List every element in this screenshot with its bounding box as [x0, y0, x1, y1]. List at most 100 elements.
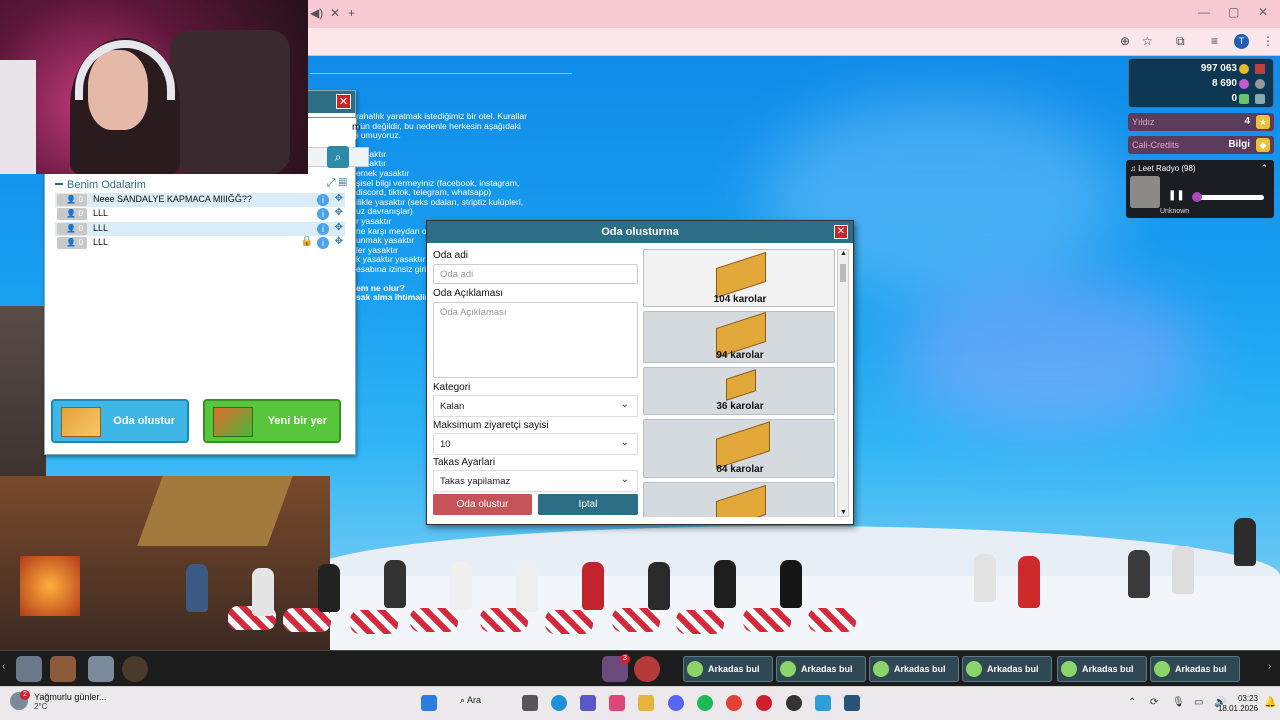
find-friend-slot[interactable]: Arkadas bul	[962, 656, 1052, 682]
messenger-icon[interactable]: 3	[602, 654, 630, 682]
chevron-right-icon[interactable]: ›	[1268, 661, 1278, 687]
friends-icon[interactable]	[634, 656, 660, 682]
search-button[interactable]: ⌕	[327, 146, 349, 168]
file-explorer-icon[interactable]	[638, 695, 654, 711]
volume-knob[interactable]	[1192, 192, 1202, 202]
find-friend-slot[interactable]: Arkadas bul	[1150, 656, 1240, 682]
dialog-close-button[interactable]: ✕	[834, 225, 848, 239]
striped-cushion[interactable]	[350, 610, 398, 634]
create-room-button[interactable]: Oda olustur	[51, 399, 189, 443]
avatar[interactable]	[1172, 546, 1194, 594]
room-layout-option[interactable]: 36 karolar	[643, 367, 835, 415]
striped-cushion[interactable]	[676, 610, 724, 634]
trade-settings-select[interactable]: Takas yapilamaz ⌄	[433, 470, 638, 492]
system-clock[interactable]: 03:23 18.01.2026	[1218, 694, 1258, 714]
copilot-icon[interactable]	[609, 695, 625, 711]
avatar[interactable]	[714, 560, 736, 608]
audio-tab-icon[interactable]: ◀)	[310, 6, 323, 20]
chevron-up-icon[interactable]: ⌃	[1260, 163, 1268, 174]
layout-scrollbar[interactable]: ▲ ▼	[837, 249, 849, 517]
avatar[interactable]	[384, 560, 406, 608]
avatar[interactable]	[780, 560, 802, 608]
currency-panel[interactable]: 997 063 8 690 0	[1128, 58, 1274, 108]
expand-icon[interactable]: ⤢	[327, 177, 336, 189]
max-visitors-select[interactable]: 10 ⌄	[433, 433, 638, 455]
room-layout-option[interactable]	[643, 482, 835, 517]
weather-widget[interactable]: 2 Yağmurlu günler... 2°C	[10, 690, 106, 711]
obs-icon[interactable]	[786, 695, 802, 711]
avatar[interactable]	[516, 564, 538, 612]
info-icon[interactable]: i	[317, 208, 329, 220]
taskbar-search[interactable]: ⌕ Ara	[460, 695, 510, 713]
spotify-icon[interactable]	[697, 695, 713, 711]
new-place-button[interactable]: Yeni bir yer	[203, 399, 341, 443]
network-icon[interactable]: ▭	[1194, 697, 1203, 708]
avatar[interactable]	[252, 568, 274, 616]
avatar[interactable]	[582, 562, 604, 610]
room-row[interactable]: 👤 0 LLL i ✥	[55, 207, 345, 221]
find-friend-slot[interactable]: Arkadas bul	[1057, 656, 1147, 682]
chevron-up-icon[interactable]: ⌃	[1128, 697, 1136, 708]
move-icon[interactable]: ✥	[335, 193, 343, 204]
settings-gear-icon[interactable]	[1255, 79, 1265, 89]
find-friend-slot[interactable]: Arkadas bul	[869, 656, 959, 682]
chrome-icon[interactable]	[726, 695, 742, 711]
stars-counter[interactable]: Yıldız 4 ★	[1128, 113, 1274, 131]
grid-view-icon[interactable]: ▦	[339, 177, 347, 189]
app-icon[interactable]	[844, 695, 860, 711]
room-row[interactable]: 👤 0 LLL 🔒 i ✥	[55, 236, 345, 250]
catalog-icon[interactable]	[88, 656, 114, 682]
move-icon[interactable]: ✥	[335, 207, 343, 218]
chevron-left-icon[interactable]: ‹	[2, 661, 12, 687]
close-tab-icon[interactable]: ✕	[330, 6, 340, 20]
room-row[interactable]: 👤 0 Neee SANDALYE KAPMACA MIIIĞĞ?? i ✥	[55, 193, 345, 207]
maximize-icon[interactable]: ▢	[1228, 5, 1239, 19]
sync-icon[interactable]: ⟳	[1150, 697, 1158, 708]
avatar[interactable]	[648, 562, 670, 610]
hotel-view-icon[interactable]	[16, 656, 42, 682]
notification-bell-icon[interactable]: 🔔	[1264, 697, 1276, 708]
room-layout-option[interactable]: 104 karolar	[643, 249, 835, 307]
scroll-down-icon[interactable]: ▼	[839, 509, 848, 516]
navigator-close-button[interactable]: ✕	[336, 94, 351, 109]
info-icon[interactable]: i	[317, 237, 329, 249]
avatar[interactable]	[450, 562, 472, 610]
user-avatar-icon[interactable]	[122, 656, 148, 682]
find-friend-slot[interactable]: Arkadas bul	[776, 656, 866, 682]
cali-credits-counter[interactable]: Cali-Credits Bilgi ◆	[1128, 136, 1274, 154]
room-layout-option[interactable]: 94 karolar	[643, 311, 835, 363]
zoom-icon[interactable]: ⊕	[1120, 34, 1130, 48]
room-name-input[interactable]: Oda adi	[433, 264, 638, 284]
room-description-textarea[interactable]: Oda Açıklaması	[433, 302, 638, 378]
submit-create-room-button[interactable]: Oda olustur	[433, 494, 532, 515]
striped-cushion[interactable]	[612, 608, 660, 632]
striped-cushion[interactable]	[808, 608, 856, 632]
microphone-icon[interactable]: 🎙	[1172, 697, 1185, 708]
volume-slider[interactable]	[1194, 195, 1264, 200]
bookmark-star-icon[interactable]: ☆	[1142, 34, 1153, 48]
rooms-icon[interactable]	[50, 656, 76, 682]
room-layout-option[interactable]: 84 karolar	[643, 419, 835, 478]
info-icon[interactable]: i	[317, 223, 329, 235]
task-view-icon[interactable]	[522, 695, 538, 711]
more-menu-icon[interactable]: ⋮	[1262, 34, 1274, 48]
dialog-title[interactable]: Oda olusturma	[427, 221, 853, 243]
move-icon[interactable]: ✥	[335, 236, 343, 247]
avatar[interactable]	[1128, 550, 1150, 598]
edge-icon[interactable]	[551, 695, 567, 711]
find-friend-slot[interactable]: Arkadas bul	[683, 656, 773, 682]
santa-avatar[interactable]	[1018, 556, 1040, 608]
opera-icon[interactable]	[756, 695, 772, 711]
tab-my-rooms[interactable]: m	[305, 117, 360, 139]
striped-cushion[interactable]	[545, 610, 593, 634]
striped-cushion[interactable]	[743, 608, 791, 632]
start-icon[interactable]	[421, 695, 437, 711]
avatar[interactable]	[318, 564, 340, 612]
info-icon[interactable]: i	[317, 194, 329, 206]
cancel-button[interactable]: Iptal	[538, 494, 638, 515]
category-select[interactable]: Kalan ⌄	[433, 395, 638, 417]
scroll-up-icon[interactable]: ▲	[839, 250, 848, 257]
avatar[interactable]	[186, 564, 208, 612]
striped-cushion[interactable]	[410, 608, 458, 632]
reading-list-icon[interactable]: ≡	[1211, 34, 1218, 48]
